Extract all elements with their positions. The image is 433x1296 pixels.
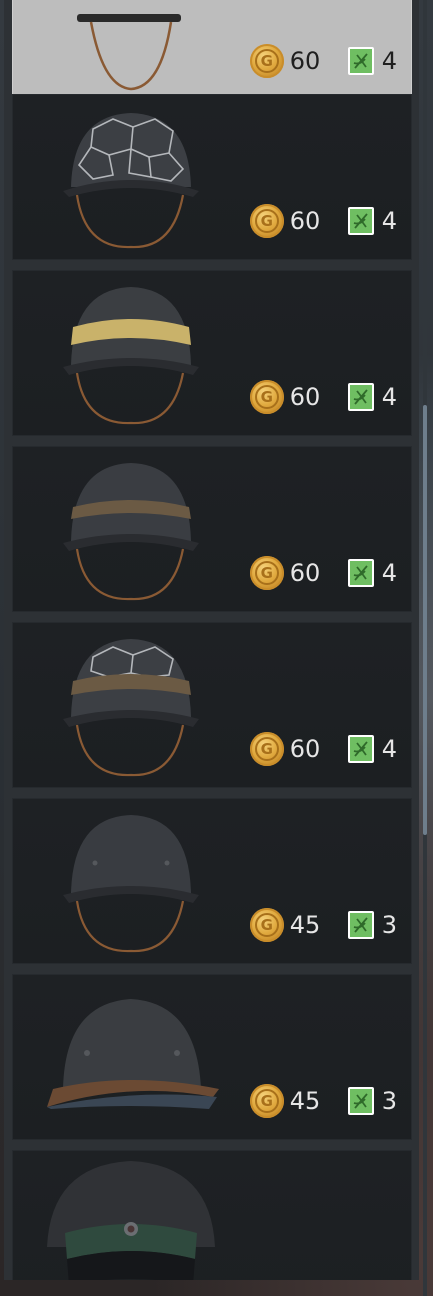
gold-price: 60 bbox=[289, 559, 321, 587]
helmet-card[interactable]: G 45 3 bbox=[12, 974, 412, 1140]
order-ticket-icon bbox=[347, 735, 374, 763]
helmet-card[interactable]: G 60 4 bbox=[12, 622, 412, 788]
gold-price: 60 bbox=[289, 735, 321, 763]
helmet-image bbox=[63, 463, 199, 601]
order-ticket-icon bbox=[347, 911, 374, 939]
gold-coin-icon: G bbox=[249, 44, 284, 78]
order-ticket-icon bbox=[347, 207, 374, 235]
gold-price: 60 bbox=[289, 207, 321, 235]
gold-coin-icon: G bbox=[249, 1084, 284, 1118]
order-price: 3 bbox=[381, 911, 397, 939]
order-ticket-icon bbox=[347, 47, 374, 75]
price-row: G 60 4 bbox=[249, 377, 397, 417]
scrollbar-thumb[interactable] bbox=[423, 405, 427, 835]
helmet-image bbox=[63, 815, 199, 953]
cap-image bbox=[47, 1161, 215, 1280]
item-list-panel: G 60 4 G 60 4 G 60 4 G 60 4 G 60 4 G 45 … bbox=[4, 0, 419, 1280]
order-ticket-icon bbox=[347, 383, 374, 411]
price-row: G 60 4 bbox=[249, 729, 397, 769]
order-price: 4 bbox=[381, 559, 397, 587]
order-price: 4 bbox=[381, 207, 397, 235]
helmet-image bbox=[47, 999, 219, 1109]
helmet-card[interactable]: G 60 4 bbox=[12, 94, 412, 260]
price-row: G 60 4 bbox=[249, 201, 397, 241]
gold-price: 45 bbox=[289, 911, 321, 939]
gold-price: 60 bbox=[289, 383, 321, 411]
price-row: G 45 3 bbox=[249, 1081, 397, 1121]
gold-coin-icon: G bbox=[249, 380, 284, 414]
gold-price: 45 bbox=[289, 1087, 321, 1115]
price-row: G 60 4 bbox=[249, 553, 397, 593]
helmet-image bbox=[63, 287, 199, 425]
helmet-image bbox=[63, 113, 199, 249]
helmet-card[interactable]: G 60 4 bbox=[12, 0, 412, 100]
gold-price: 60 bbox=[289, 47, 321, 75]
price-row: G 45 3 bbox=[249, 905, 397, 945]
gold-coin-icon: G bbox=[249, 204, 284, 238]
cap-card[interactable]: G bbox=[12, 1150, 412, 1280]
helmet-image bbox=[63, 639, 199, 777]
helmet-card[interactable]: G 45 3 bbox=[12, 798, 412, 964]
helmet-image bbox=[77, 14, 181, 91]
gold-coin-icon: G bbox=[249, 908, 284, 942]
order-ticket-icon bbox=[347, 1087, 374, 1115]
gold-coin-icon: G bbox=[249, 732, 284, 766]
gold-coin-icon: G bbox=[249, 556, 284, 590]
order-price: 4 bbox=[381, 735, 397, 763]
order-ticket-icon bbox=[347, 559, 374, 587]
helmet-card[interactable]: G 60 4 bbox=[12, 446, 412, 612]
helmet-card[interactable]: G 60 4 bbox=[12, 270, 412, 436]
order-price: 3 bbox=[381, 1087, 397, 1115]
order-price: 4 bbox=[381, 47, 397, 75]
order-price: 4 bbox=[381, 383, 397, 411]
price-row: G 60 4 bbox=[249, 41, 397, 81]
